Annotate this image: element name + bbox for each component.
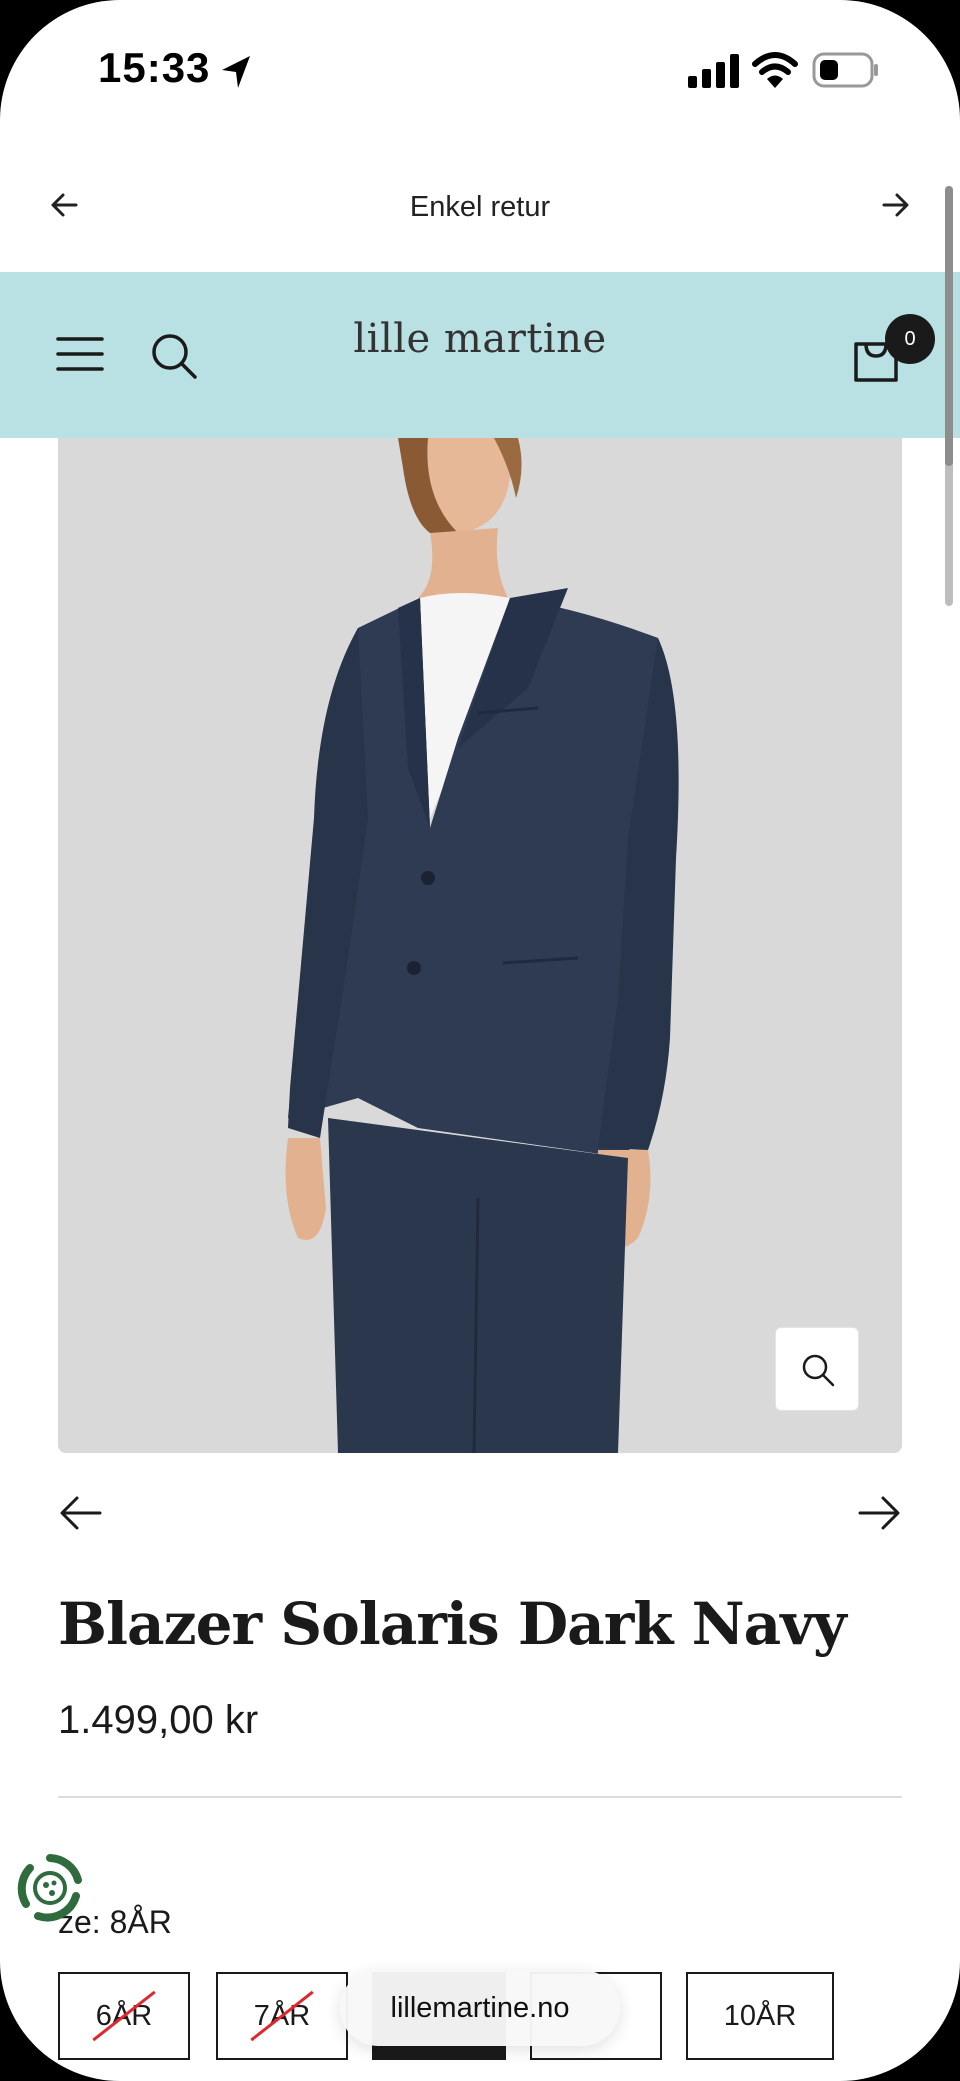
status-time: 15:33: [98, 44, 211, 91]
eco-badge-icon[interactable]: [14, 1852, 86, 1924]
wifi-icon: [752, 52, 798, 88]
gallery-next-arrow-icon[interactable]: [856, 1494, 902, 1532]
announcement-next-arrow-icon[interactable]: [874, 185, 914, 225]
announcement-bar: Enkel retur: [0, 165, 960, 247]
battery-icon: [812, 52, 878, 88]
page-scrollbar-thumb[interactable]: [945, 186, 953, 466]
cellular-signal-icon: [688, 54, 739, 88]
product-photo: [58, 438, 902, 1453]
size-option-7ar[interactable]: 7ÅR: [216, 1972, 348, 2060]
location-arrow-icon: [222, 56, 250, 88]
product-title: Blazer Solaris Dark Navy: [58, 1590, 847, 1658]
status-bar: 15:33: [0, 0, 960, 150]
size-option-10ar[interactable]: 10ÅR: [686, 1972, 834, 2060]
divider: [58, 1796, 902, 1798]
gallery-prev-arrow-icon[interactable]: [58, 1494, 104, 1532]
browser-url-pill[interactable]: lillemartine.no: [340, 1970, 620, 2046]
zoom-button[interactable]: [775, 1327, 859, 1411]
cart-count-badge[interactable]: 0: [885, 314, 935, 364]
product-image[interactable]: [58, 438, 902, 1453]
site-header: lille martine 0: [0, 272, 960, 438]
size-option-6ar[interactable]: 6ÅR: [58, 1972, 190, 2060]
phone-screen: 15:33 Enkel retur lille martine 0 Blazer…: [0, 0, 960, 2081]
size-option-label: 10ÅR: [723, 2000, 797, 2032]
product-price: 1.499,00 kr: [58, 1698, 259, 1742]
announcement-text: Enkel retur: [409, 191, 551, 223]
site-logo[interactable]: lille martine: [0, 316, 960, 362]
zoom-icon: [802, 1354, 835, 1387]
